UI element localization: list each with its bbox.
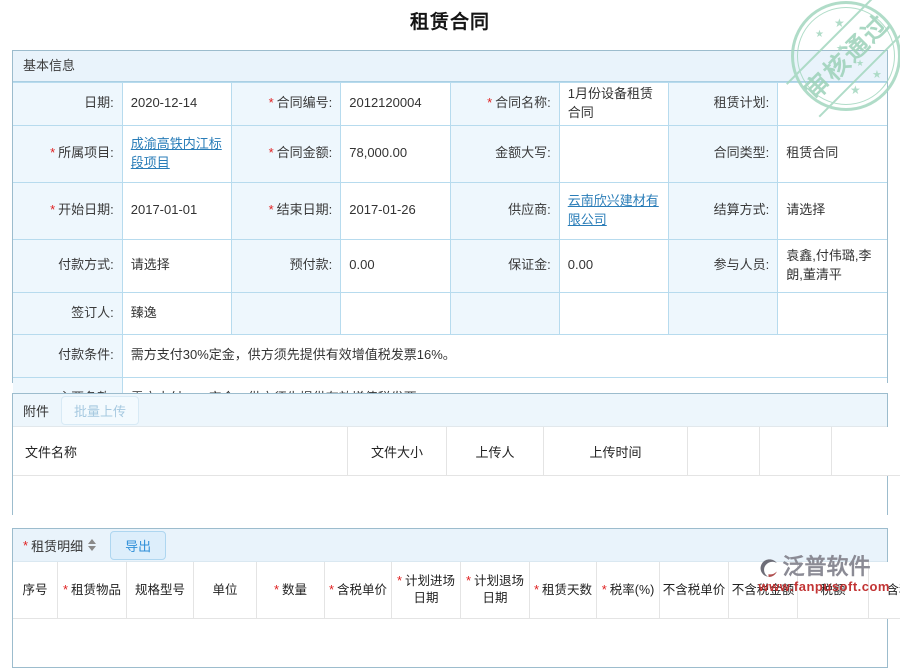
- column-header: 上传人: [447, 427, 544, 476]
- batch-upload-button[interactable]: 批量上传: [61, 396, 139, 425]
- field-value: 0.00: [559, 239, 668, 292]
- rental-contract-page: 租赁合同 审核通过 ★ ★ ★ ★ ★ ★ 基本信息 日期:2020-12-14…: [0, 0, 900, 600]
- column-header: 文件名称: [13, 427, 348, 476]
- field-label: *合同金额:: [232, 125, 341, 182]
- field-label: 金额大写:: [450, 125, 559, 182]
- column-header: *计划进场日期: [392, 562, 461, 619]
- field-value: 2017-01-26: [341, 182, 450, 239]
- column-header: [688, 427, 760, 476]
- page-title: 租赁合同: [0, 7, 900, 34]
- field-label: [450, 292, 559, 334]
- field-label: 保证金:: [450, 239, 559, 292]
- field-value: 成渝高铁内江标段项目: [122, 125, 231, 182]
- field-label: [232, 292, 341, 334]
- field-value: 2020-12-14: [122, 83, 231, 126]
- column-header: 含税金额: [869, 562, 900, 619]
- rental-details-toolbar: * 租赁明细 导出: [13, 529, 887, 562]
- field-label: *合同名称:: [450, 83, 559, 126]
- table-row: 日期:2020-12-14*合同编号:2012120004*合同名称:1月份设备…: [13, 83, 887, 126]
- column-header: 上传时间: [544, 427, 688, 476]
- field-value: 0.00: [341, 239, 450, 292]
- column-header: *租赁天数: [530, 562, 597, 619]
- field-value: 78,000.00: [341, 125, 450, 182]
- column-header: 文件大小: [348, 427, 447, 476]
- field-label: *所属项目:: [13, 125, 122, 182]
- table-row: 付款条件:需方支付30%定金，供方须先提供有效增值税发票16%。: [13, 334, 887, 377]
- attachments-table: 文件名称文件大小上传人上传时间: [13, 427, 900, 476]
- sort-toggle-icon[interactable]: [88, 539, 96, 551]
- rental-details-section: * 租赁明细 导出 序号*租赁物品规格型号单位*数量*含税单价*计划进场日期*计…: [12, 528, 888, 668]
- required-asterisk: *: [23, 538, 28, 553]
- column-header: 不含税金额: [729, 562, 798, 619]
- field-label: 参与人员:: [669, 239, 778, 292]
- column-header: [760, 427, 832, 476]
- column-header: 规格型号: [127, 562, 194, 619]
- field-value: 云南欣兴建材有限公司: [559, 182, 668, 239]
- field-value: 臻逸: [122, 292, 231, 334]
- column-header: 不含税单价: [660, 562, 729, 619]
- field-value: [559, 292, 668, 334]
- column-header: *含税单价: [325, 562, 392, 619]
- field-label: *结束日期:: [232, 182, 341, 239]
- field-value-link[interactable]: 云南欣兴建材有限公司: [568, 193, 659, 227]
- column-header: *租赁物品: [58, 562, 127, 619]
- field-value: [778, 292, 887, 334]
- column-header: *计划退场日期: [461, 562, 530, 619]
- column-header: *税率(%): [597, 562, 660, 619]
- attachments-section: 附件 批量上传 文件名称文件大小上传人上传时间: [12, 393, 888, 515]
- export-button[interactable]: 导出: [110, 531, 166, 560]
- table-row: 签订人:臻逸: [13, 292, 887, 334]
- rental-details-table: 序号*租赁物品规格型号单位*数量*含税单价*计划进场日期*计划退场日期*租赁天数…: [13, 562, 900, 619]
- attachments-empty-body: [13, 476, 887, 520]
- attachments-toolbar: 附件 批量上传: [13, 394, 887, 427]
- field-label: 供应商:: [450, 182, 559, 239]
- column-header: [832, 427, 900, 476]
- field-value: [559, 125, 668, 182]
- column-header: 序号: [13, 562, 58, 619]
- field-value: 请选择: [778, 182, 887, 239]
- column-header: *数量: [257, 562, 325, 619]
- table-header-row: 序号*租赁物品规格型号单位*数量*含税单价*计划进场日期*计划退场日期*租赁天数…: [13, 562, 900, 619]
- field-label: 合同类型:: [669, 125, 778, 182]
- field-label: 签订人:: [13, 292, 122, 334]
- field-label: 结算方式:: [669, 182, 778, 239]
- table-row: *开始日期:2017-01-01*结束日期:2017-01-26供应商: 云南欣兴…: [13, 182, 887, 239]
- column-header: 单位: [194, 562, 257, 619]
- table-row: *所属项目: 成渝高铁内江标段项目 *合同金额:78,000.00金额大写: 合同类型…: [13, 125, 887, 182]
- field-label: [669, 292, 778, 334]
- field-value: 2012120004: [341, 83, 450, 126]
- field-value: 2017-01-01: [122, 182, 231, 239]
- field-label: 付款方式:: [13, 239, 122, 292]
- field-label: *开始日期:: [13, 182, 122, 239]
- field-value: [778, 83, 887, 126]
- field-value: 袁鑫,付伟璐,李朗,董清平: [778, 239, 887, 292]
- attachments-section-title: 附件: [23, 401, 49, 420]
- field-label: 日期:: [13, 83, 122, 126]
- field-label: *合同编号:: [232, 83, 341, 126]
- basic-info-section: 基本信息 日期:2020-12-14*合同编号:2012120004*合同名称:…: [12, 50, 888, 383]
- table-row: 付款方式:请选择预付款:0.00保证金:0.00参与人员:袁鑫,付伟璐,李朗,董…: [13, 239, 887, 292]
- field-value: 1月份设备租赁合同: [559, 83, 668, 126]
- field-label: 预付款:: [232, 239, 341, 292]
- field-value: 请选择: [122, 239, 231, 292]
- basic-info-table: 日期:2020-12-14*合同编号:2012120004*合同名称:1月份设备…: [13, 82, 887, 420]
- column-header: 税额: [798, 562, 869, 619]
- field-value: 需方支付30%定金，供方须先提供有效增值税发票16%。: [122, 334, 887, 377]
- field-label: 付款条件:: [13, 334, 122, 377]
- field-value: [341, 292, 450, 334]
- basic-info-section-title: 基本信息: [13, 51, 887, 82]
- rental-details-section-title: 租赁明细: [31, 536, 83, 555]
- table-header-row: 文件名称文件大小上传人上传时间: [13, 427, 900, 476]
- field-value: 租赁合同: [778, 125, 887, 182]
- field-value-link[interactable]: 成渝高铁内江标段项目: [131, 136, 222, 170]
- field-label: 租赁计划:: [669, 83, 778, 126]
